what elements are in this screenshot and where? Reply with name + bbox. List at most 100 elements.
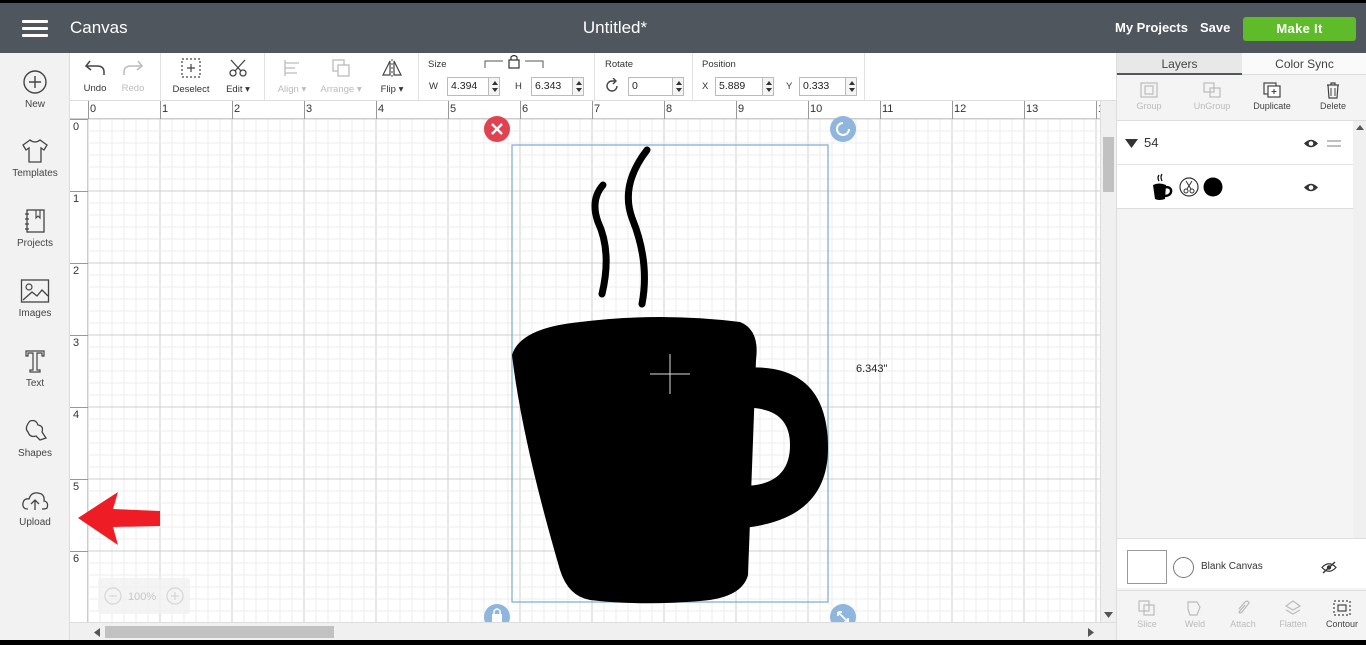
design-canvas[interactable]: 01234567891011121314 01234567 [70,101,1100,622]
group-icon [1140,82,1158,98]
sidebar-item-new[interactable]: New [0,69,70,110]
collapse-triangle-icon[interactable] [1125,139,1138,148]
duplicate-button[interactable]: Duplicate [1249,81,1295,111]
sidebar-item-upload[interactable]: Upload [0,489,70,528]
edit-label: Edit [226,84,243,95]
sidebar-item-templates[interactable]: Templates [0,138,70,179]
arrange-dropdown[interactable]: Arrange ▾ [316,57,366,95]
group-label: Group [1136,101,1162,111]
redo-button[interactable]: Redo [118,58,148,94]
ungroup-label: UnGroup [1193,101,1231,111]
toolbar-separator [160,53,161,101]
eye-hidden-icon[interactable] [1321,561,1337,574]
sidebar-item-shapes[interactable]: Shapes [0,418,70,459]
tab-color-sync[interactable]: Color Sync [1242,53,1366,75]
ruler-tick-label: 6 [73,553,80,565]
layer-item-row[interactable] [1117,165,1353,209]
contour-button[interactable]: Contour [1321,599,1363,629]
scroll-up-icon[interactable] [1356,125,1364,130]
save-button[interactable]: Save [1200,20,1230,35]
attach-button[interactable]: Attach [1225,599,1261,629]
scrollbar-thumb[interactable] [105,626,334,638]
scroll-right-icon[interactable] [1088,628,1094,637]
height-stepper[interactable] [572,78,583,95]
undo-button[interactable]: Undo [80,58,110,94]
scrollbar-thumb[interactable] [1103,137,1114,192]
sidebar-item-projects[interactable]: Projects [0,208,70,249]
ruler-tick-label: 7 [594,103,601,115]
ruler-tick-label: 5 [73,481,80,493]
ruler-tick-label: 9 [738,103,745,115]
cut-operation-icon[interactable] [1179,177,1199,197]
color-swatch-icon[interactable] [1203,177,1223,197]
delete-label: Delete [1319,101,1346,111]
document-title[interactable]: Untitled* [0,18,1230,38]
height-input[interactable]: 6.343 [531,77,584,96]
ruler-tick-label: 10 [810,103,823,115]
scroll-down-icon[interactable] [1104,612,1113,618]
scissors-icon [229,59,247,77]
zoom-in-icon[interactable] [166,587,184,605]
delete-button[interactable]: Delete [1313,81,1353,111]
y-position-input[interactable]: 0.333 [799,77,857,96]
make-it-button[interactable]: Make It [1243,17,1356,41]
eye-icon[interactable] [1303,138,1319,149]
ruler-tick [520,101,521,119]
x-position-input[interactable]: 5.889 [715,77,774,96]
blank-canvas-row[interactable]: Blank Canvas [1117,538,1366,588]
ruler-tick-label: 8 [666,103,673,115]
mug-thumbnail-icon [1153,173,1173,200]
flatten-button[interactable]: Flatten [1271,599,1315,629]
tab-layers[interactable]: Layers [1117,53,1242,75]
layer-group-row[interactable]: 54 [1117,121,1353,165]
deselect-button[interactable]: Deselect [170,57,212,95]
upload-cloud-icon [22,492,49,510]
canvas-vertical-scrollbar[interactable] [1100,101,1116,622]
height-dimension-label: 6.343" [856,363,888,375]
sidebar-item-label: Images [18,308,52,319]
align-icon [284,60,299,76]
ungroup-button[interactable]: UnGroup [1189,81,1235,111]
layers-scrollbar[interactable] [1353,121,1366,551]
width-input[interactable]: 4.394 [447,77,500,96]
edit-dropdown[interactable]: Edit ▾ [220,57,256,95]
sidebar-item-text[interactable]: Text [0,348,70,389]
align-dropdown[interactable]: Align ▾ [272,57,312,95]
sidebar-item-label: New [24,99,45,110]
weld-button[interactable]: Weld [1177,599,1213,629]
arrange-icon [332,59,350,77]
ruler-tick [70,263,88,264]
plus-circle-icon [23,70,47,94]
sidebar-item-images[interactable]: Images [0,278,70,319]
flatten-label: Flatten [1279,619,1307,629]
group-button[interactable]: Group [1129,81,1169,111]
y-value: 0.333 [803,80,830,92]
eye-icon[interactable] [1303,182,1319,193]
y-stepper[interactable] [845,78,856,95]
drag-handle-icon[interactable] [1327,140,1341,147]
sidebar-item-label: Upload [19,517,51,528]
edit-toolbar: Undo Redo Deselect Edit ▾ Align ▾ Arrang… [70,53,1116,101]
layer-operations-bar: Slice Weld Attach Flatten Contour [1117,590,1366,640]
redo-icon [123,60,144,75]
lock-aspect-icon[interactable] [483,55,545,69]
ruler-tick [1096,101,1097,119]
my-projects-link[interactable]: My Projects [1115,20,1188,35]
flip-dropdown[interactable]: Flip ▾ [374,57,410,95]
canvas-color-swatch[interactable] [1127,550,1167,584]
slice-button[interactable]: Slice [1129,599,1165,629]
zoom-out-icon[interactable] [104,587,122,605]
ruler-tick [70,551,88,552]
text-icon [25,350,45,373]
rotate-input[interactable]: 0 [628,77,684,96]
canvas-horizontal-scrollbar[interactable] [70,622,1116,640]
scroll-left-icon[interactable] [94,628,100,637]
ruler-tick-label: 11 [882,103,894,115]
shapes-icon [25,419,48,441]
width-stepper[interactable] [488,78,499,95]
rotate-stepper[interactable] [672,78,683,95]
ruler-tick [70,335,88,336]
sidebar-item-label: Shapes [18,448,52,459]
canvas-color-circle-icon[interactable] [1173,557,1194,578]
x-stepper[interactable] [762,78,773,95]
